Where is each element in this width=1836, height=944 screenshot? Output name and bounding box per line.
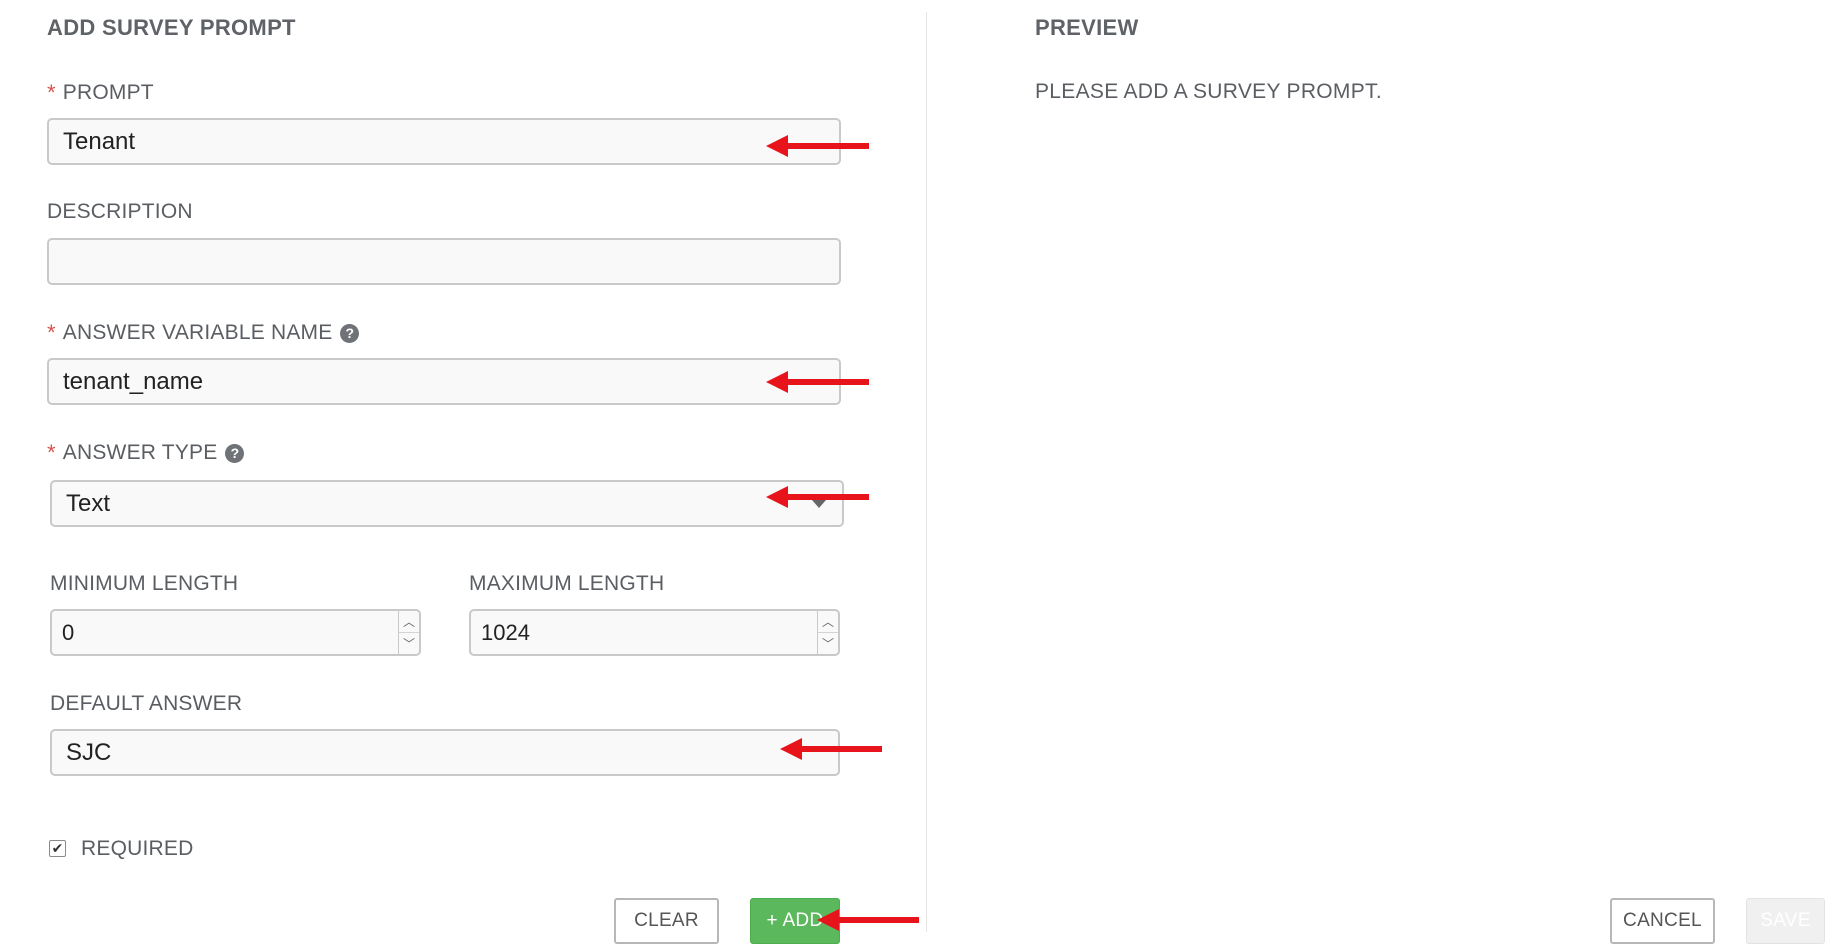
default-answer-input[interactable]: SJC bbox=[50, 729, 840, 776]
clear-button[interactable]: CLEAR bbox=[614, 898, 719, 944]
minimum-length-input[interactable]: 0 ︿ ﹀ bbox=[50, 609, 421, 656]
description-label: DESCRIPTION bbox=[47, 200, 193, 223]
preview-panel: PREVIEW PLEASE ADD A SURVEY PROMPT. CANC… bbox=[927, 0, 1836, 944]
answer-variable-name-value: tenant_name bbox=[63, 367, 204, 395]
chevron-down-icon[interactable]: ﹀ bbox=[399, 632, 419, 654]
preview-title: PREVIEW bbox=[1035, 15, 1139, 40]
answer-variable-name-input[interactable]: tenant_name bbox=[47, 358, 841, 405]
maximum-length-stepper[interactable]: ︿ ﹀ bbox=[817, 611, 838, 654]
check-icon: ✔ bbox=[51, 840, 64, 856]
default-answer-value: SJC bbox=[66, 738, 112, 766]
annotation-arrow bbox=[766, 371, 869, 393]
default-answer-label: DEFAULT ANSWER bbox=[50, 692, 243, 715]
chevron-up-icon[interactable]: ︿ bbox=[818, 611, 838, 632]
required-label: REQUIRED bbox=[81, 837, 194, 860]
annotation-arrow bbox=[817, 909, 919, 931]
required-star: * bbox=[47, 80, 56, 105]
minimum-length-label: MINIMUM LENGTH bbox=[50, 572, 239, 595]
annotation-arrow bbox=[780, 738, 882, 760]
answer-variable-name-label: * ANSWER VARIABLE NAME ? bbox=[47, 320, 360, 346]
maximum-length-input[interactable]: 1024 ︿ ﹀ bbox=[469, 609, 840, 656]
prompt-input-value: Tenant bbox=[63, 127, 136, 155]
answer-type-select[interactable]: Text bbox=[50, 480, 844, 527]
prompt-label-text: PROMPT bbox=[62, 81, 154, 104]
minimum-length-stepper[interactable]: ︿ ﹀ bbox=[398, 611, 419, 654]
minimum-length-value: 0 bbox=[62, 619, 75, 645]
prompt-input[interactable]: Tenant bbox=[47, 118, 841, 165]
cancel-button[interactable]: CANCEL bbox=[1610, 898, 1715, 944]
prompt-label: * PROMPT bbox=[47, 80, 154, 106]
answer-type-label-text: ANSWER TYPE bbox=[62, 441, 218, 464]
annotation-arrow bbox=[766, 486, 869, 508]
question-circle-icon[interactable]: ? bbox=[225, 443, 245, 463]
save-button[interactable]: SAVE bbox=[1746, 898, 1825, 944]
required-star: * bbox=[47, 320, 56, 345]
maximum-length-label: MAXIMUM LENGTH bbox=[469, 572, 665, 595]
description-input[interactable] bbox=[47, 238, 841, 285]
answer-variable-name-label-text: ANSWER VARIABLE NAME bbox=[62, 321, 333, 344]
panel-title: ADD SURVEY PROMPT bbox=[47, 15, 296, 40]
required-checkbox[interactable]: ✔ bbox=[49, 840, 66, 857]
annotation-arrow bbox=[766, 135, 869, 157]
preview-empty-message: PLEASE ADD A SURVEY PROMPT. bbox=[1035, 80, 1382, 103]
chevron-down-icon[interactable]: ﹀ bbox=[818, 632, 838, 654]
answer-type-label: * ANSWER TYPE ? bbox=[47, 440, 245, 466]
required-star: * bbox=[47, 440, 56, 465]
question-circle-icon[interactable]: ? bbox=[340, 323, 360, 343]
answer-type-selected-value: Text bbox=[66, 489, 111, 517]
maximum-length-value: 1024 bbox=[481, 619, 530, 645]
chevron-up-icon[interactable]: ︿ bbox=[399, 611, 419, 632]
